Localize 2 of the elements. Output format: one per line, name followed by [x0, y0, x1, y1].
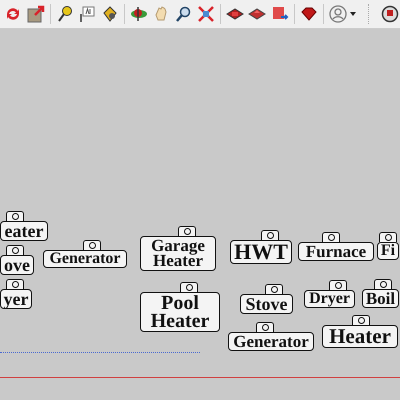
user-icon[interactable] — [328, 3, 358, 25]
export-icon[interactable] — [25, 3, 46, 25]
